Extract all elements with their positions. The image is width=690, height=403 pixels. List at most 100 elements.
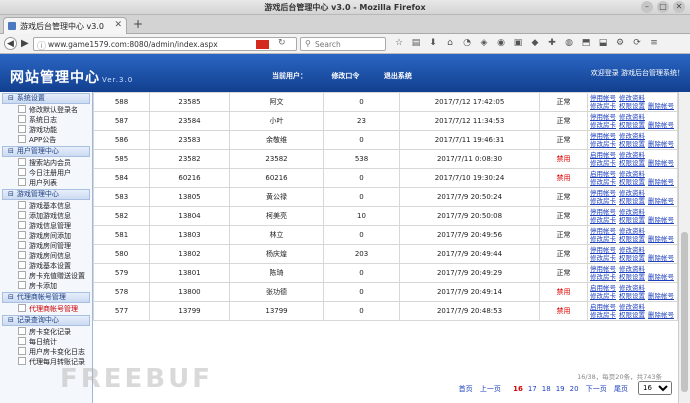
op-enable-link[interactable]: 启用帐号: [590, 151, 616, 159]
op-edit-link[interactable]: 修改资料: [619, 227, 645, 235]
menu-icon[interactable]: ≡: [647, 36, 661, 50]
op-perm-link[interactable]: 权限设置: [619, 235, 645, 243]
pocket-icon[interactable]: ◔: [460, 36, 474, 50]
op-disable-link[interactable]: 停用帐号: [590, 94, 616, 102]
sidebar-group-header[interactable]: 用户管理中心: [2, 146, 90, 157]
op-edit-link[interactable]: 修改资料: [619, 284, 645, 292]
sidebar-item[interactable]: 房卡充值赠送设置: [0, 271, 92, 281]
sidebar-group-header[interactable]: 系统设置: [2, 93, 90, 104]
op-edit-link[interactable]: 修改资料: [619, 132, 645, 140]
op-del-link[interactable]: 删除帐号: [648, 311, 674, 319]
op-del-link[interactable]: 删除帐号: [648, 140, 674, 148]
page-number-link[interactable]: 19: [556, 385, 565, 393]
reload-icon[interactable]: ↻: [278, 38, 286, 48]
download-icon[interactable]: ⬇: [426, 36, 440, 50]
op-edit-link[interactable]: 修改资料: [619, 94, 645, 102]
close-window-icon[interactable]: ✕: [673, 1, 685, 13]
sidebar-item[interactable]: 游戏房间信息: [0, 251, 92, 261]
op-perm-link[interactable]: 权限设置: [619, 197, 645, 205]
sidebar-item[interactable]: 修改默认登录名: [0, 105, 92, 115]
op-del-link[interactable]: 删除帐号: [648, 273, 674, 281]
page-number-link[interactable]: 16: [513, 385, 523, 393]
sidebar-item[interactable]: 添加游戏信息: [0, 211, 92, 221]
op-del-link[interactable]: 删除帐号: [648, 216, 674, 224]
op-disable-link[interactable]: 停用帐号: [590, 113, 616, 121]
sidebar-item[interactable]: 游戏基本信息: [0, 201, 92, 211]
scrollbar-thumb[interactable]: [681, 232, 688, 392]
sidebar-item[interactable]: 每日统计: [0, 337, 92, 347]
op-perm-link[interactable]: 权限设置: [619, 292, 645, 300]
forward-button[interactable]: ▶: [21, 38, 29, 50]
new-tab-button[interactable]: +: [133, 17, 143, 31]
addon2-icon[interactable]: ◉: [494, 36, 508, 50]
sidebar-item[interactable]: 用户列表: [0, 178, 92, 188]
op-edit-link[interactable]: 修改资料: [619, 246, 645, 254]
op-edit-link[interactable]: 修改资料: [619, 151, 645, 159]
bookmark-icon[interactable]: ☆: [392, 36, 406, 50]
last-page-link[interactable]: 尾页: [614, 385, 628, 393]
op-perm-link[interactable]: 权限设置: [619, 254, 645, 262]
sidebar-item[interactable]: 代理商帐号管理: [0, 304, 92, 314]
addon5-icon[interactable]: ✚: [545, 36, 559, 50]
logout-link[interactable]: 退出系统: [384, 72, 412, 80]
op-del-link[interactable]: 删除帐号: [648, 121, 674, 129]
op-perm-link[interactable]: 权限设置: [619, 121, 645, 129]
op-perm-link[interactable]: 权限设置: [619, 311, 645, 319]
sidebar-item[interactable]: 游戏基本设置: [0, 261, 92, 271]
op-del-link[interactable]: 删除帐号: [648, 235, 674, 243]
minimize-icon[interactable]: –: [641, 1, 653, 13]
op-enable-link[interactable]: 启用帐号: [590, 170, 616, 178]
page-number-link[interactable]: 18: [542, 385, 551, 393]
search-input[interactable]: [315, 39, 383, 50]
prev-page-link[interactable]: 上一页: [480, 385, 501, 393]
op-disable-link[interactable]: 停用帐号: [590, 227, 616, 235]
op-disable-link[interactable]: 停用帐号: [590, 246, 616, 254]
sidebar-group-header[interactable]: 代理商帐号管理: [2, 292, 90, 303]
search-box[interactable]: ⚲: [300, 37, 386, 51]
sidebar-item[interactable]: 游戏功能: [0, 125, 92, 135]
op-perm-link[interactable]: 权限设置: [619, 140, 645, 148]
op-disable-link[interactable]: 停用帐号: [590, 189, 616, 197]
next-page-link[interactable]: 下一页: [586, 385, 607, 393]
sidebar-item[interactable]: 房卡变化记录: [0, 327, 92, 337]
op-addcard-link[interactable]: 修改房卡: [590, 235, 616, 243]
reader-icon[interactable]: ▤: [409, 36, 423, 50]
url-bar[interactable]: ⓘ www.game1579.com:8080/admin/index.aspx…: [33, 37, 297, 52]
op-addcard-link[interactable]: 修改房卡: [590, 140, 616, 148]
page-number-link[interactable]: 17: [528, 385, 537, 393]
op-del-link[interactable]: 删除帐号: [648, 292, 674, 300]
op-disable-link[interactable]: 停用帐号: [590, 132, 616, 140]
addon3-icon[interactable]: ▣: [511, 36, 525, 50]
home-icon[interactable]: ⌂: [443, 36, 457, 50]
op-edit-link[interactable]: 修改资料: [619, 265, 645, 273]
sync-icon[interactable]: ⟳: [630, 36, 644, 50]
op-addcard-link[interactable]: 修改房卡: [590, 254, 616, 262]
addon4-icon[interactable]: ◆: [528, 36, 542, 50]
op-addcard-link[interactable]: 修改房卡: [590, 197, 616, 205]
op-del-link[interactable]: 删除帐号: [648, 102, 674, 110]
addon6-icon[interactable]: ◍: [562, 36, 576, 50]
op-addcard-link[interactable]: 修改房卡: [590, 216, 616, 224]
op-addcard-link[interactable]: 修改房卡: [590, 311, 616, 319]
addon-icon[interactable]: ◈: [477, 36, 491, 50]
op-addcard-link[interactable]: 修改房卡: [590, 159, 616, 167]
op-disable-link[interactable]: 停用帐号: [590, 265, 616, 273]
op-perm-link[interactable]: 权限设置: [619, 102, 645, 110]
maximize-icon[interactable]: □: [657, 1, 669, 13]
op-edit-link[interactable]: 修改资料: [619, 113, 645, 121]
addon7-icon[interactable]: ⬒: [579, 36, 593, 50]
tab-close-icon[interactable]: ✕: [114, 20, 122, 30]
sidebar-item[interactable]: 今日注册用户: [0, 168, 92, 178]
op-edit-link[interactable]: 修改资料: [619, 208, 645, 216]
sidebar-item[interactable]: 游戏信息管理: [0, 221, 92, 231]
change-password-link[interactable]: 修改口令: [331, 72, 359, 80]
browser-tab[interactable]: 游戏后台管理中心 v3.0 ✕: [3, 17, 127, 34]
addon8-icon[interactable]: ⬓: [596, 36, 610, 50]
op-addcard-link[interactable]: 修改房卡: [590, 121, 616, 129]
sidebar-item[interactable]: 游戏房间添加: [0, 231, 92, 241]
op-perm-link[interactable]: 权限设置: [619, 178, 645, 186]
op-del-link[interactable]: 删除帐号: [648, 254, 674, 262]
op-addcard-link[interactable]: 修改房卡: [590, 292, 616, 300]
sidebar-group-header[interactable]: 记录查询中心: [2, 315, 90, 326]
sidebar-item[interactable]: 房卡添加: [0, 281, 92, 291]
